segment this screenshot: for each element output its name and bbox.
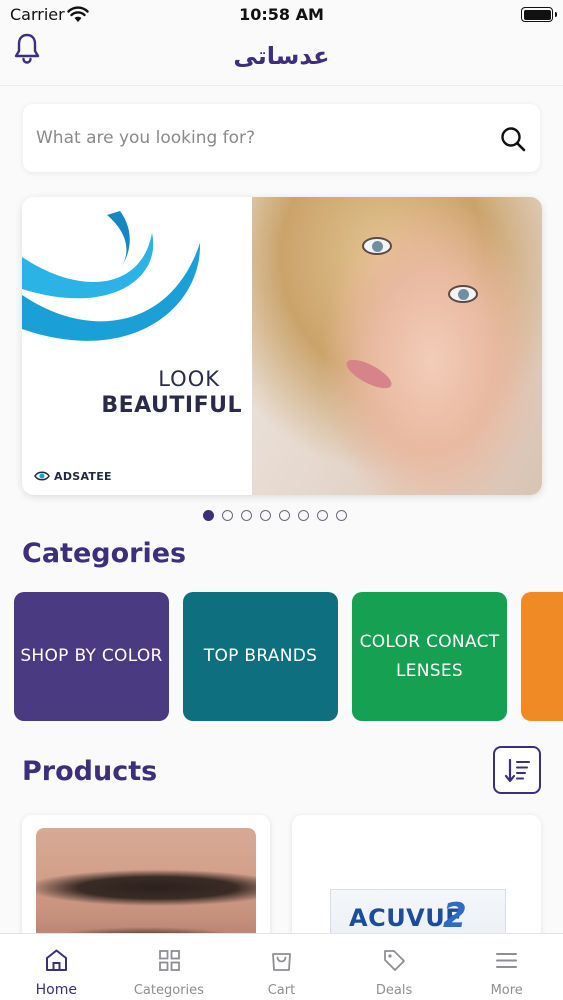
banner-model-photo — [252, 197, 542, 495]
tab-cart[interactable]: Cart — [225, 934, 338, 1000]
clock: 10:58 AM — [239, 5, 324, 24]
menu-icon — [496, 953, 518, 968]
tab-label: Deals — [375, 983, 413, 998]
battery-icon — [521, 7, 557, 22]
tab-label: Categories — [133, 983, 204, 998]
search-input[interactable] — [36, 104, 486, 172]
category-label: SHOP BY COLOR — [20, 646, 163, 666]
eye-logo-icon — [34, 471, 50, 481]
carousel-dot[interactable] — [336, 510, 347, 521]
photo-eye-right — [448, 285, 478, 303]
sort-icon — [504, 758, 530, 783]
category-card-shop-by-color[interactable]: SHOP BY COLOR — [14, 592, 169, 721]
category-card-partial[interactable] — [521, 592, 563, 721]
bottom-tab-bar: Home Categories Cart Deals More — [0, 933, 563, 1000]
banner-logo-text: ADSATEE — [54, 469, 112, 483]
tab-label: More — [490, 983, 523, 998]
categories-heading: Categories — [22, 538, 187, 569]
app-screen: Carrier 10:58 AM عدساتی What are you loo… — [0, 0, 563, 1000]
carousel-dot[interactable] — [222, 510, 233, 521]
app-header: عدساتی — [0, 30, 563, 86]
products-heading: Products — [22, 756, 158, 787]
tab-home[interactable]: Home — [0, 934, 113, 1000]
carousel-dot[interactable] — [260, 510, 271, 521]
home-icon — [46, 949, 67, 971]
photo-eye-left — [362, 237, 392, 255]
app-brand-title: عدساتی — [233, 42, 330, 70]
carousel-dot[interactable] — [203, 510, 214, 521]
photo-lips — [342, 354, 396, 394]
banner-headline-line1: LOOK — [158, 367, 220, 391]
banner-headline-line2: BEAUTIFUL — [101, 393, 242, 418]
sort-button[interactable] — [493, 746, 541, 794]
tab-deals[interactable]: Deals — [338, 934, 451, 1000]
search-icon[interactable] — [500, 126, 526, 152]
product-brand-suffix: 2 — [443, 896, 467, 936]
categories-carousel[interactable]: SHOP BY COLOR TOP BRANDS COLOR CONACT LE… — [14, 592, 563, 722]
carousel-indicator — [203, 510, 355, 524]
carousel-dot[interactable] — [241, 510, 252, 521]
category-card-top-brands[interactable]: TOP BRANDS — [183, 592, 338, 721]
banner-logo: ADSATEE — [34, 469, 112, 483]
carousel-dot[interactable] — [298, 510, 309, 521]
carousel-dot[interactable] — [279, 510, 290, 521]
carousel-dot[interactable] — [317, 510, 328, 521]
search-bar — [23, 104, 540, 172]
promo-banner[interactable]: LOOK BEAUTIFUL ADSATEE — [22, 197, 542, 495]
banner-graphic-panel: LOOK BEAUTIFUL ADSATEE — [22, 197, 272, 495]
status-bar: Carrier 10:58 AM — [0, 0, 563, 30]
tab-more[interactable]: More — [450, 934, 563, 1000]
tab-label: Home — [35, 982, 77, 998]
banner-wave-graphic — [22, 211, 201, 341]
tag-icon — [383, 950, 405, 971]
tab-categories[interactable]: Categories — [113, 934, 226, 1000]
tab-label: Cart — [267, 983, 296, 998]
grid-icon — [158, 950, 180, 971]
category-label: COLOR CONACT LENSES — [359, 631, 500, 681]
cart-icon — [272, 953, 292, 971]
category-card-color-contact-lenses[interactable]: COLOR CONACT LENSES — [352, 592, 507, 721]
category-label: TOP BRANDS — [203, 646, 318, 666]
